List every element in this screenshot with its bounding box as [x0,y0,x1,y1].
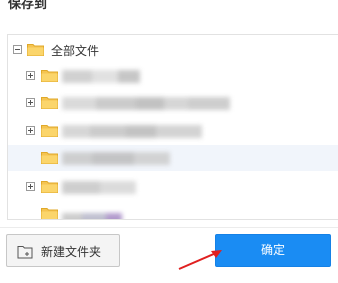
blurred-folder-name [62,97,230,110]
expand-icon[interactable] [26,182,35,191]
confirm-button[interactable]: 确定 [215,234,331,267]
tree-row[interactable] [8,63,338,89]
tree-root-label: 全部文件 [51,44,100,58]
folder-icon [41,96,58,109]
blurred-folder-name [62,213,122,219]
annotation-arrow-icon [178,250,222,270]
expand-icon[interactable] [26,126,35,135]
tree-row[interactable] [8,201,338,219]
new-folder-button[interactable]: 新建文件夹 [6,234,120,267]
blurred-folder-name [62,70,140,83]
footer-divider [0,227,338,228]
folder-icon [41,207,58,219]
folder-icon [27,43,44,56]
tree-row-selected[interactable] [8,145,338,171]
new-folder-icon [17,244,33,259]
blurred-folder-name [62,152,170,165]
folder-icon [41,151,58,164]
folder-icon [41,180,58,193]
collapse-icon[interactable] [13,45,22,54]
dialog-title: 保存到 [8,0,48,12]
tree-row[interactable] [8,174,338,200]
save-to-dialog: 保存到 全部文件 新建文件夹 确定 [0,0,338,283]
folder-icon [41,69,58,82]
tree-row[interactable] [8,118,338,144]
tree-row[interactable] [8,90,338,116]
new-folder-label: 新建文件夹 [41,245,102,259]
folder-icon [41,124,58,137]
blurred-folder-name [62,181,136,194]
expand-icon[interactable] [26,98,35,107]
blurred-folder-name [62,125,202,138]
tree-row-root[interactable]: 全部文件 [8,37,338,63]
folder-tree[interactable]: 全部文件 [7,34,338,220]
expand-icon[interactable] [26,71,35,80]
